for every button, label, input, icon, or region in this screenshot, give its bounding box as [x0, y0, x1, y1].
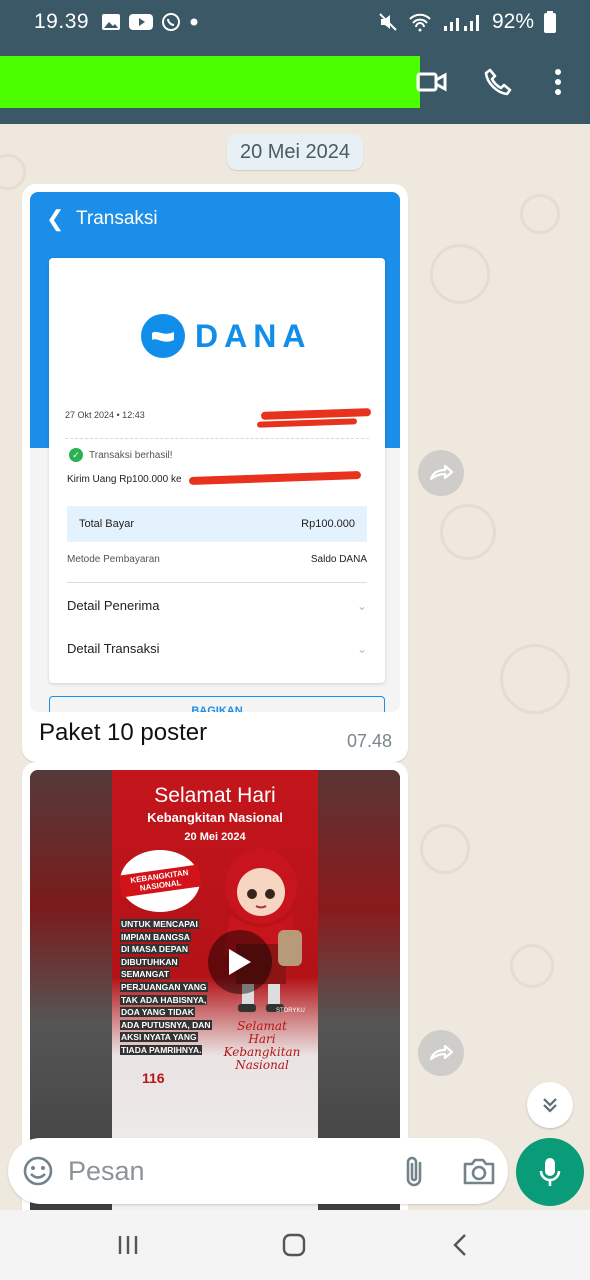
divider — [65, 438, 369, 439]
double-chevron-down-icon — [543, 1098, 557, 1113]
poster-badge: KEBANGKITAN NASIONAL — [118, 850, 202, 912]
check-icon: ✓ — [69, 448, 83, 462]
dana-logo-icon — [141, 314, 185, 358]
detail-recipient-row: Detail Penerima ⌄ — [67, 598, 367, 613]
status-bar: 19.39 92% — [0, 0, 590, 44]
transaction-status: ✓ Transaksi berhasil! — [69, 448, 173, 462]
back-icon[interactable] — [440, 1230, 480, 1260]
scroll-down-button[interactable] — [527, 1082, 573, 1128]
dana-wordmark: DANA — [195, 317, 312, 354]
payment-method-label: Metode Pembayaran — [67, 554, 160, 565]
mute-icon — [379, 13, 397, 31]
emoji-icon[interactable] — [22, 1155, 54, 1187]
poster-message: UNTUK MENCAPAI IMPIAN BANGSA DI MASA DEP… — [120, 919, 212, 1055]
image-message[interactable]: ❮ Transaksi DANA 27 Okt 2024 • 12:43 ✓ T… — [22, 184, 408, 762]
play-icon[interactable] — [208, 930, 272, 994]
voice-message-button[interactable] — [516, 1138, 584, 1206]
camera-icon[interactable] — [462, 1156, 496, 1186]
svg-text:STORYKU: STORYKU — [276, 1008, 305, 1014]
chat-header — [0, 44, 590, 124]
total-value: Rp100.000 — [301, 518, 355, 530]
forward-icon[interactable] — [418, 1030, 464, 1076]
poster-badge-text: KEBANGKITAN NASIONAL — [118, 864, 202, 898]
youtube-icon — [129, 14, 154, 30]
gallery-icon — [102, 14, 121, 30]
redaction-mark — [256, 418, 358, 428]
dana-logo: DANA — [141, 314, 311, 358]
anniversary-number: 116 — [142, 1070, 165, 1086]
video-call-icon[interactable] — [414, 64, 450, 100]
message-caption: Paket 10 poster — [39, 719, 208, 746]
detail-recipient-label: Detail Penerima — [67, 598, 160, 613]
dana-screen-title: Transaksi — [76, 208, 158, 229]
poster-title: Selamat Hari — [154, 784, 276, 807]
poster-subtitle: Kebangkitan Nasional — [147, 810, 283, 825]
send-description: Kirim Uang Rp100.000 ke — [67, 474, 182, 485]
status-time: 19.39 — [34, 10, 90, 33]
receipt-card: DANA 27 Okt 2024 • 12:43 ✓ Transaksi ber… — [49, 258, 385, 683]
chevron-down-icon: ⌄ — [356, 641, 367, 656]
voice-call-icon[interactable] — [480, 64, 516, 100]
poster-script-text: Selamat Hari Kebangkitan Nasional — [223, 1019, 301, 1072]
chat-area[interactable]: 20 Mei 2024 ❮ Transaksi DANA 27 Okt 2024… — [0, 124, 590, 1210]
back-arrow-icon: ❮ — [46, 206, 65, 231]
dot-icon — [190, 18, 198, 26]
payment-method-value: Saldo DANA — [310, 554, 367, 565]
wifi-icon — [409, 13, 431, 32]
whatsapp-icon — [162, 13, 181, 31]
contact-name-redaction[interactable] — [0, 56, 420, 108]
detail-transaction-row: Detail Transaksi ⌄ — [67, 641, 367, 656]
chevron-down-icon: ⌄ — [356, 598, 367, 613]
message-input[interactable] — [68, 1152, 388, 1190]
battery-icon — [544, 11, 556, 33]
forward-icon[interactable] — [418, 450, 464, 496]
message-composer — [8, 1138, 508, 1204]
payment-method-row: Metode Pembayaran Saldo DANA — [67, 554, 367, 565]
total-row: Total Bayar Rp100.000 — [67, 506, 367, 542]
redaction-mark — [188, 471, 362, 485]
more-options-icon[interactable] — [540, 64, 576, 100]
share-button: BAGIKAN — [49, 696, 385, 712]
transaction-status-text: Transaksi berhasil! — [89, 449, 173, 461]
total-label: Total Bayar — [79, 518, 135, 530]
system-nav-bar — [0, 1210, 590, 1280]
transaction-date: 27 Okt 2024 • 12:43 — [65, 410, 145, 420]
battery-level: 92% — [491, 10, 534, 33]
recent-apps-icon[interactable] — [108, 1230, 148, 1260]
message-time: 07.48 — [346, 731, 392, 751]
microphone-icon — [539, 1158, 561, 1186]
transaction-screenshot[interactable]: ❮ Transaksi DANA 27 Okt 2024 • 12:43 ✓ T… — [30, 192, 400, 712]
divider — [67, 582, 367, 583]
signal-icon — [443, 15, 479, 31]
attachment-icon[interactable] — [400, 1155, 430, 1189]
home-icon[interactable] — [274, 1230, 314, 1260]
detail-transaction-label: Detail Transaksi — [67, 641, 160, 656]
poster-date: 20 Mei 2024 — [184, 831, 246, 843]
date-separator: 20 Mei 2024 — [227, 134, 363, 170]
